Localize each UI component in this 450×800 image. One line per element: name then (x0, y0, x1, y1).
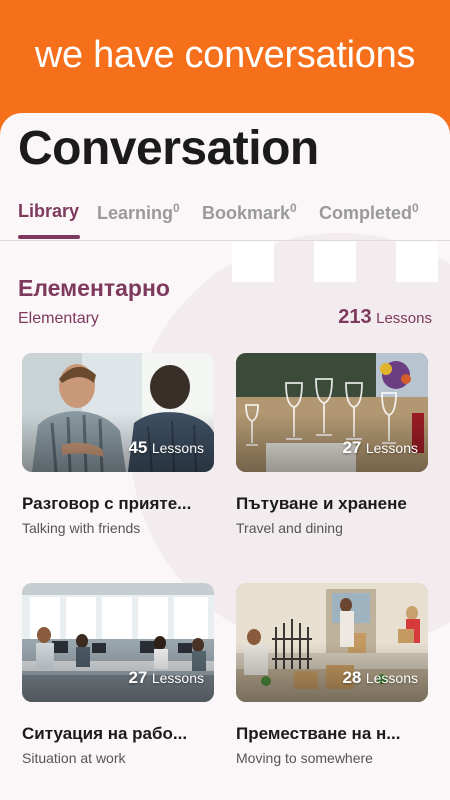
level-subtitle: Elementary (18, 310, 99, 327)
tab-bookmark[interactable]: Bookmark0 (202, 201, 297, 224)
course-title: Разговор с прияте... (22, 494, 192, 513)
course-lesson-count-label: Lessons (365, 670, 418, 686)
tab-bookmark-count: 0 (290, 201, 297, 215)
course-title: Преместване на н... (236, 724, 401, 743)
course-lesson-count-number: 28 (342, 668, 362, 687)
page-title: Conversation (18, 122, 319, 175)
course-thumbnail[interactable]: 27 Lessons (236, 353, 428, 472)
course-card-moving-to-somewhere[interactable]: 28 Lessons Преместване на н... Moving to… (236, 583, 428, 766)
course-card-travel-and-dining[interactable]: 27 Lessons Пътуване и хранене Travel and… (236, 353, 428, 536)
tab-completed-label: Completed (319, 203, 413, 223)
tab-library[interactable]: Library (18, 201, 79, 222)
tab-learning[interactable]: Learning0 (97, 201, 180, 224)
course-subtitle: Situation at work (22, 750, 126, 766)
level-lesson-count-number: 213 (338, 306, 372, 328)
course-lesson-count: 27 Lessons (342, 438, 418, 458)
course-lesson-count: 28 Lessons (342, 668, 418, 688)
course-lesson-count-label: Lessons (365, 440, 418, 456)
course-card-talking-with-friends[interactable]: 45 Lessons Разговор с прияте... Talking … (22, 353, 214, 536)
course-card-situation-at-work[interactable]: 27 Lessons Ситуация на рабо... Situation… (22, 583, 214, 766)
tab-learning-label: Learning (97, 203, 174, 223)
course-lesson-count-number: 27 (342, 438, 362, 457)
level-lesson-count-label: Lessons (376, 310, 432, 327)
course-title: Пътуване и хранене (236, 494, 407, 513)
course-lesson-count: 27 Lessons (128, 668, 204, 688)
course-lesson-count-number: 27 (128, 668, 148, 687)
tab-learning-count: 0 (173, 201, 180, 215)
course-lesson-count-number: 45 (128, 438, 148, 457)
course-thumbnail[interactable]: 27 Lessons (22, 583, 214, 702)
course-subtitle: Moving to somewhere (236, 750, 373, 766)
tab-library-label: Library (18, 201, 80, 221)
course-thumbnail[interactable]: 28 Lessons (236, 583, 428, 702)
course-lesson-count: 45 Lessons (128, 438, 204, 458)
tab-completed[interactable]: Completed0 (319, 201, 419, 224)
course-lesson-count-label: Lessons (151, 670, 204, 686)
level-title: Елементарно (18, 275, 170, 301)
course-thumbnail[interactable]: 45 Lessons (22, 353, 214, 472)
course-subtitle: Talking with friends (22, 520, 141, 536)
banner-text: we have conversations (34, 34, 416, 76)
course-lesson-count-label: Lessons (151, 440, 204, 456)
course-subtitle: Travel and dining (236, 520, 343, 536)
course-title: Ситуация на рабо... (22, 724, 188, 743)
promo-banner: we have conversations (0, 0, 450, 130)
tab-completed-count: 0 (412, 201, 419, 215)
tab-bookmark-label: Bookmark (202, 203, 291, 223)
content-card: Conversation Library Learning0 Bookmark0… (0, 113, 450, 800)
active-tab-indicator (18, 235, 80, 239)
level-lesson-count: 213 Lessons (338, 306, 432, 329)
